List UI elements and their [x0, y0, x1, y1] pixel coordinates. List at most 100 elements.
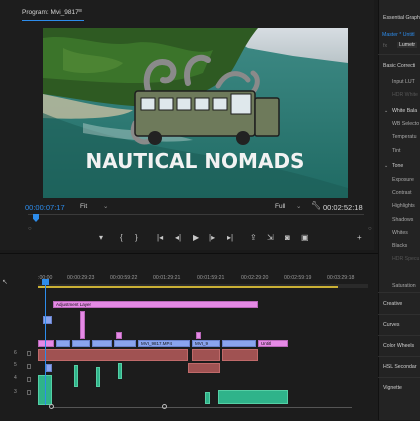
play-icon[interactable]: ▶ — [193, 233, 199, 242]
current-timecode[interactable]: 00:00:07:17 — [25, 203, 65, 212]
blacks-label: Blacks — [392, 243, 408, 249]
music-clip[interactable] — [96, 367, 100, 387]
chevron-down-icon[interactable]: ⌄ — [384, 108, 388, 114]
untitled-clip[interactable]: Untitl — [258, 340, 288, 347]
basic-correction-section[interactable]: Basic Correcti — [383, 63, 415, 69]
audio-clip[interactable] — [192, 349, 220, 361]
divider — [378, 292, 420, 293]
mvi-clip-a[interactable]: MVI_9817.MP4 — [138, 340, 190, 347]
ruler-label: 00:02:59:19 — [284, 275, 312, 281]
hsl-secondary-section[interactable]: HSL Secondar — [383, 364, 417, 370]
music-clip[interactable] — [218, 390, 288, 404]
extract-icon[interactable]: ⇲ — [267, 233, 274, 242]
timeline-scrollbar[interactable] — [52, 407, 352, 408]
lift-icon[interactable]: ⇪ — [250, 233, 257, 242]
track-lock-icon[interactable] — [27, 351, 31, 356]
divider — [378, 54, 420, 55]
transport-controls: ▾ { } |◂ ◂| ▶ |▸ ▸| ⇪ ⇲ ◙ ▣ + — [95, 233, 375, 245]
timeline-clip[interactable] — [92, 340, 112, 347]
divider — [378, 356, 420, 357]
timeline-clip[interactable] — [46, 364, 52, 372]
clip-label: Untitl — [261, 341, 272, 346]
duration-timecode: 00:02:52:18 — [323, 203, 363, 212]
creative-section[interactable]: Creative — [383, 301, 402, 307]
track-lock-icon[interactable] — [27, 390, 31, 395]
track-lock-icon[interactable] — [27, 364, 31, 369]
go-to-out-icon[interactable]: ▸| — [227, 233, 233, 242]
export-frame-icon[interactable]: ◙ — [285, 233, 290, 242]
color-wheels-section[interactable]: Color Wheels — [383, 343, 414, 349]
wb-selector-label: WB Selecto — [392, 121, 420, 127]
music-clip[interactable] — [74, 365, 78, 387]
step-back-icon[interactable]: ◂| — [175, 233, 181, 242]
timeline-playhead[interactable] — [45, 280, 46, 405]
timeline-panel — [0, 253, 378, 421]
ruler-label: 00:01:29:21 — [153, 275, 181, 281]
fx-icon[interactable]: fx — [383, 43, 387, 49]
compare-icon[interactable]: ▣ — [301, 233, 309, 242]
hdr-white-label: HDR White — [392, 92, 418, 98]
mvi-clip-b[interactable]: MVI_9 — [192, 340, 220, 347]
marker-icon[interactable]: ▾ — [99, 233, 103, 242]
timeline-clip[interactable] — [72, 340, 90, 347]
input-lut-label: Input LUT — [392, 79, 415, 85]
scroll-start-handle[interactable]: ○ — [28, 226, 32, 232]
vignette-section[interactable]: Vignette — [383, 385, 402, 391]
track-label: 5 — [14, 362, 17, 368]
in-point-icon[interactable]: { — [120, 233, 123, 242]
hamburger-icon[interactable]: ≡ — [78, 8, 82, 15]
scroll-end-handle[interactable]: ○ — [368, 226, 372, 232]
audio-clip[interactable] — [38, 349, 188, 361]
source-label[interactable]: Master * Untitl — [382, 32, 415, 38]
ruler-label: 00:02:29:20 — [241, 275, 269, 281]
scroll-start-handle[interactable] — [49, 404, 54, 409]
track-label: 6 — [14, 350, 17, 356]
fit-select[interactable]: Fit — [80, 203, 87, 210]
timeline-clip[interactable] — [222, 340, 256, 347]
out-point-icon[interactable]: } — [135, 233, 138, 242]
program-monitor-title[interactable]: Program: Mvi_9817 — [22, 9, 79, 16]
timeline-clip[interactable] — [56, 340, 70, 347]
clip-label: Adjustment Layer — [56, 302, 92, 307]
scroll-end-handle[interactable] — [162, 404, 167, 409]
video-preview-image: NAUTICAL NOMADS — [43, 28, 348, 198]
timeline-clip[interactable] — [114, 340, 136, 347]
music-clip[interactable] — [205, 392, 210, 404]
hdr-specular-label: HDR Specu — [392, 256, 420, 262]
adjustment-layer-clip[interactable]: Adjustment Layer — [53, 301, 258, 308]
ruler-label: 00:03:29:18 — [327, 275, 355, 281]
ruler-label: 00:00:59:22 — [110, 275, 138, 281]
timeline-clip[interactable] — [116, 332, 122, 339]
timeline-clip[interactable] — [196, 332, 201, 339]
video-frame: NAUTICAL NOMADS — [43, 28, 348, 198]
wrench-icon[interactable]: 🔧︎ — [311, 201, 321, 210]
track-lock-icon[interactable] — [27, 377, 31, 382]
step-forward-icon[interactable]: |▸ — [209, 233, 215, 242]
work-area-bar[interactable] — [38, 286, 338, 288]
chevron-down-icon[interactable]: ⌄ — [296, 202, 301, 210]
tone-section[interactable]: Tone — [392, 163, 403, 169]
exposure-label: Exposure — [392, 177, 414, 183]
timeline-playhead-handle[interactable] — [42, 279, 49, 285]
go-to-in-icon[interactable]: |◂ — [157, 233, 163, 242]
highlights-label: Highlights — [392, 203, 415, 209]
quality-select[interactable]: Full — [275, 203, 285, 210]
active-tab-indicator — [22, 20, 84, 21]
music-clip[interactable] — [118, 363, 122, 379]
add-icon[interactable]: + — [357, 233, 362, 242]
timeline-clip[interactable] — [38, 340, 54, 347]
ruler-label: 00:00:29:23 — [67, 275, 95, 281]
divider — [378, 377, 420, 378]
curves-section[interactable]: Curves — [383, 322, 399, 328]
chevron-down-icon[interactable]: ⌄ — [384, 163, 388, 169]
timeline-clip[interactable] — [80, 311, 85, 339]
audio-clip[interactable] — [188, 363, 220, 373]
snap-icon[interactable]: ↖ — [2, 278, 8, 286]
monitor-time-ruler[interactable] — [28, 214, 364, 215]
panel-header[interactable]: Essential Graph — [383, 15, 420, 21]
white-balance-section[interactable]: White Bala — [392, 108, 417, 114]
clip-label: MVI_9817.MP4 — [141, 341, 173, 346]
audio-clip[interactable] — [222, 349, 258, 361]
lumetri-tab[interactable]: Lumetr — [397, 42, 418, 48]
chevron-down-icon[interactable]: ⌄ — [103, 202, 108, 210]
